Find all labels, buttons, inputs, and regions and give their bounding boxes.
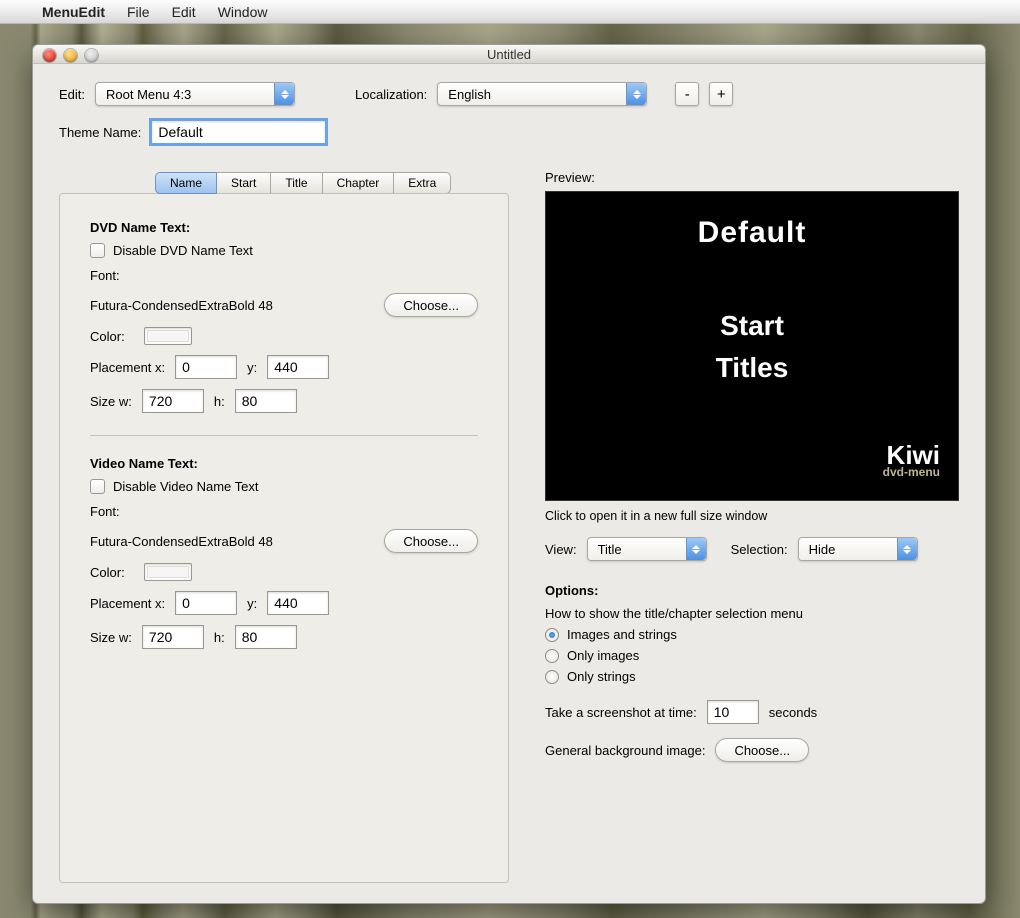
dvd-size-w-label: Size w: <box>90 394 132 409</box>
theme-name-label: Theme Name: <box>59 125 141 140</box>
edit-popup-value: Root Menu 4:3 <box>106 87 191 102</box>
radio-only-images[interactable] <box>545 649 559 663</box>
options-heading: Options: <box>545 583 959 598</box>
preview-kiwi-logo: Kiwi dvd-menu <box>883 442 940 478</box>
dvd-size-h-input[interactable] <box>235 389 297 413</box>
name-tab-panel: DVD Name Text: Disable DVD Name Text Fon… <box>59 193 509 883</box>
screenshot-time-label: Take a screenshot at time: <box>545 705 697 720</box>
menubar-window[interactable]: Window <box>218 4 268 20</box>
minimize-button[interactable] <box>64 49 77 62</box>
edit-label: Edit: <box>59 87 85 102</box>
dvd-placement-x-input[interactable] <box>175 355 237 379</box>
disable-dvd-name-checkbox[interactable] <box>90 243 105 258</box>
add-localization-button[interactable]: + <box>709 82 733 106</box>
system-menubar: MenuEdit File Edit Window <box>0 0 1020 24</box>
edit-popup[interactable]: Root Menu 4:3 <box>95 82 295 106</box>
localization-label: Localization: <box>355 87 427 102</box>
remove-localization-button[interactable]: - <box>675 82 699 106</box>
chevrons-icon <box>626 83 646 105</box>
preview-start-text: Start <box>546 310 958 342</box>
background-image-choose-button[interactable]: Choose... <box>715 738 809 762</box>
menubar-edit[interactable]: Edit <box>172 4 196 20</box>
selection-label: Selection: <box>731 542 788 557</box>
dvd-font-value: Futura-CondensedExtraBold 48 <box>90 298 273 313</box>
window-titlebar[interactable]: Untitled <box>33 45 985 64</box>
menubar-app-name[interactable]: MenuEdit <box>42 4 105 20</box>
preview-label: Preview: <box>545 170 959 185</box>
dvd-font-choose-button[interactable]: Choose... <box>384 293 478 317</box>
disable-dvd-name-label: Disable DVD Name Text <box>113 243 253 258</box>
traffic-lights <box>43 49 98 62</box>
window-content: Edit: Root Menu 4:3 Localization: Englis… <box>33 64 985 903</box>
video-size-h-input[interactable] <box>235 625 297 649</box>
view-popup[interactable]: Title <box>587 537 707 561</box>
video-size-w-input[interactable] <box>142 625 204 649</box>
options-how-label: How to show the title/chapter selection … <box>545 606 959 621</box>
screenshot-seconds-label: seconds <box>769 705 817 720</box>
tab-bar: Name Start Title Chapter Extra <box>155 172 451 194</box>
dvd-placement-y-input[interactable] <box>267 355 329 379</box>
dvd-name-heading: DVD Name Text: <box>90 220 478 235</box>
video-placement-y-input[interactable] <box>267 591 329 615</box>
close-button[interactable] <box>43 49 56 62</box>
radio-images-and-strings[interactable] <box>545 628 559 642</box>
selection-popup[interactable]: Hide <box>798 537 918 561</box>
desktop: MenuEdit File Edit Window Untitled Edit:… <box>0 0 1020 918</box>
chevrons-icon <box>686 538 706 560</box>
view-label: View: <box>545 542 577 557</box>
video-color-label: Color: <box>90 565 134 580</box>
dvd-font-label: Font: <box>90 268 478 283</box>
tab-chapter[interactable]: Chapter <box>322 172 395 194</box>
video-font-value: Futura-CondensedExtraBold 48 <box>90 534 273 549</box>
video-color-well[interactable] <box>144 563 192 581</box>
selection-popup-value: Hide <box>809 542 836 557</box>
tab-start[interactable]: Start <box>216 172 271 194</box>
localization-popup-value: English <box>448 87 491 102</box>
radio-images-and-strings-label: Images and strings <box>567 627 677 642</box>
zoom-button[interactable] <box>85 49 98 62</box>
preview-canvas[interactable]: Default Start Titles Kiwi dvd-menu <box>545 191 959 501</box>
localization-popup[interactable]: English <box>437 82 647 106</box>
video-size-h-label: h: <box>214 630 225 645</box>
video-placement-x-input[interactable] <box>175 591 237 615</box>
chevrons-icon <box>274 83 294 105</box>
background-image-label: General background image: <box>545 743 705 758</box>
radio-only-strings-label: Only strings <box>567 669 636 684</box>
screenshot-time-input[interactable] <box>707 700 759 724</box>
disable-video-name-checkbox[interactable] <box>90 479 105 494</box>
video-placement-x-label: Placement x: <box>90 596 165 611</box>
view-popup-value: Title <box>598 542 622 557</box>
dvd-color-label: Color: <box>90 329 134 344</box>
section-divider <box>90 435 478 436</box>
chevrons-icon <box>897 538 917 560</box>
app-window: Untitled Edit: Root Menu 4:3 Localizatio… <box>32 44 986 904</box>
tab-name[interactable]: Name <box>155 172 217 194</box>
menubar-file[interactable]: File <box>127 4 150 20</box>
window-title: Untitled <box>487 47 531 62</box>
video-font-label: Font: <box>90 504 478 519</box>
dvd-size-w-input[interactable] <box>142 389 204 413</box>
disable-video-name-label: Disable Video Name Text <box>113 479 259 494</box>
video-font-choose-button[interactable]: Choose... <box>384 529 478 553</box>
radio-only-strings[interactable] <box>545 670 559 684</box>
radio-only-images-label: Only images <box>567 648 639 663</box>
dvd-placement-x-label: Placement x: <box>90 360 165 375</box>
dvd-size-h-label: h: <box>214 394 225 409</box>
dvd-placement-y-label: y: <box>247 360 257 375</box>
video-name-heading: Video Name Text: <box>90 456 478 471</box>
tab-extra[interactable]: Extra <box>393 172 451 194</box>
video-placement-y-label: y: <box>247 596 257 611</box>
theme-name-input[interactable] <box>151 120 326 144</box>
dvd-color-well[interactable] <box>144 327 192 345</box>
preview-default-text: Default <box>546 216 958 250</box>
video-size-w-label: Size w: <box>90 630 132 645</box>
tab-title[interactable]: Title <box>270 172 322 194</box>
preview-titles-text: Titles <box>546 352 958 384</box>
preview-hint: Click to open it in a new full size wind… <box>545 509 959 523</box>
